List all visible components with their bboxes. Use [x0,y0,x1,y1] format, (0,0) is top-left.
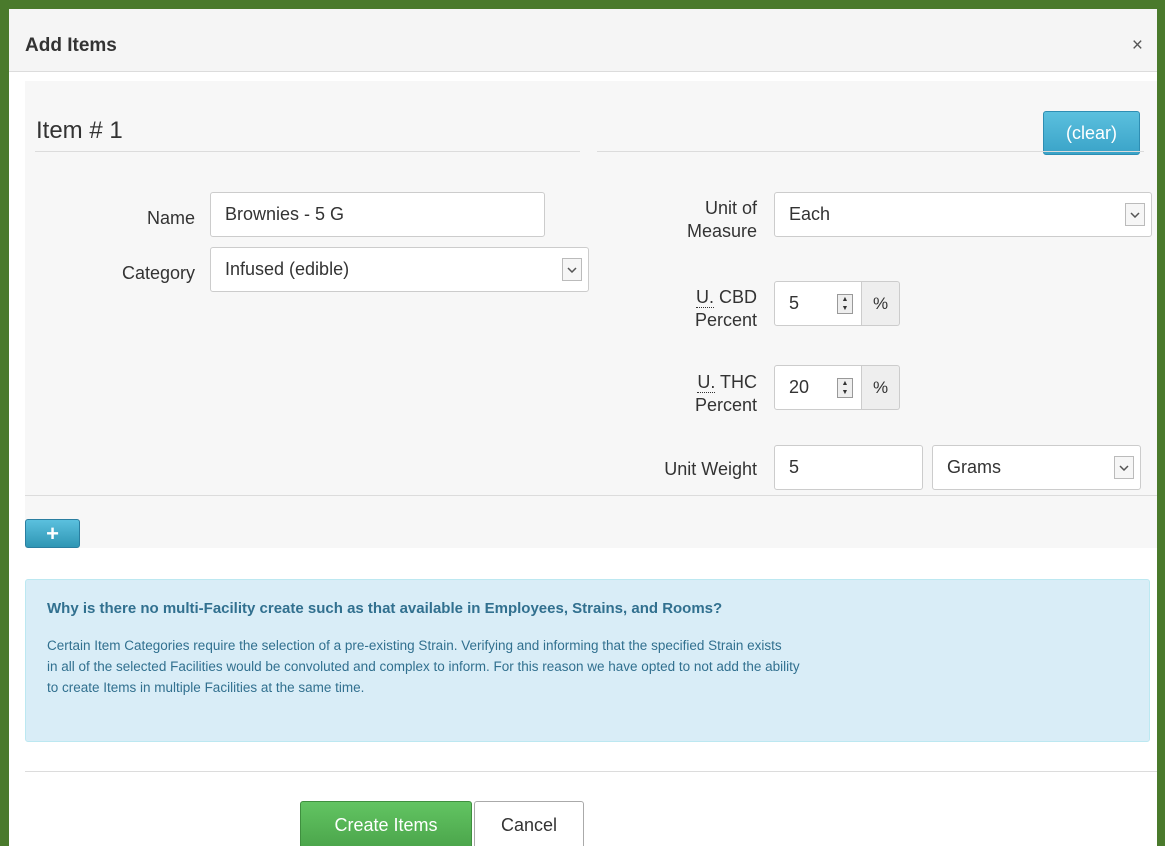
unit-weight-value: 5 [789,457,800,477]
chevron-down-icon [1114,456,1134,479]
thc-value: 20 [789,377,810,397]
clear-button[interactable]: (clear) [1043,111,1140,155]
dialog-title: Add Items [25,35,117,56]
divider [597,151,1144,152]
category-select[interactable]: Infused (edible) [210,247,589,292]
unit-weight-input[interactable]: 5 [774,445,923,490]
divider [35,151,580,152]
close-icon[interactable]: × [1132,35,1143,57]
thc-percent-addon: % [862,365,900,410]
divider [25,495,1157,496]
info-body: Certain Item Categories require the sele… [47,638,800,695]
spinner-icon[interactable]: ▲ ▼ [837,294,853,314]
info-title: Why is there no multi-Facility create su… [47,600,723,617]
category-value: Infused (edible) [225,259,350,279]
chevron-down-icon [1125,203,1145,226]
thc-percent-input[interactable]: 20 ▲ ▼ [774,365,862,410]
chevron-down-icon [562,258,582,281]
cbd-percent-label: U. CBD Percent [694,287,757,330]
spinner-icon[interactable]: ▲ ▼ [837,378,853,398]
create-items-button[interactable]: Create Items [300,801,472,846]
info-alert: Why is there no multi-Facility create su… [25,579,1150,742]
unit-of-measure-label: Unit of Measure [686,198,757,241]
unit-weight-unit-value: Grams [947,457,1001,477]
cbd-percent-addon: % [862,281,900,326]
unit-of-measure-select[interactable]: Each [774,192,1152,237]
dialog-header: Add Items × [9,9,1157,72]
item-heading: Item # 1 [36,117,123,144]
unit-of-measure-value: Each [789,204,831,224]
thc-percent-label: U. THC Percent [694,372,757,415]
cancel-button[interactable]: Cancel [474,801,584,846]
cbd-percent-input[interactable]: 5 ▲ ▼ [774,281,862,326]
plus-icon: + [46,520,59,546]
name-input[interactable]: Brownies - 5 G [210,192,545,237]
cbd-value: 5 [789,293,800,313]
add-item-button[interactable]: + [25,519,80,548]
footer-divider [25,771,1157,772]
add-items-dialog: Add Items × Item # 1 (clear) Name Browni… [9,9,1157,846]
unit-weight-unit-select[interactable]: Grams [932,445,1141,490]
name-value: Brownies - 5 G [225,204,345,224]
name-label: Name [146,208,195,228]
category-label: Category [121,263,195,283]
item-panel: Item # 1 (clear) Name Brownies - 5 G Cat… [25,81,1157,548]
unit-weight-label: Unit Weight [664,459,757,479]
